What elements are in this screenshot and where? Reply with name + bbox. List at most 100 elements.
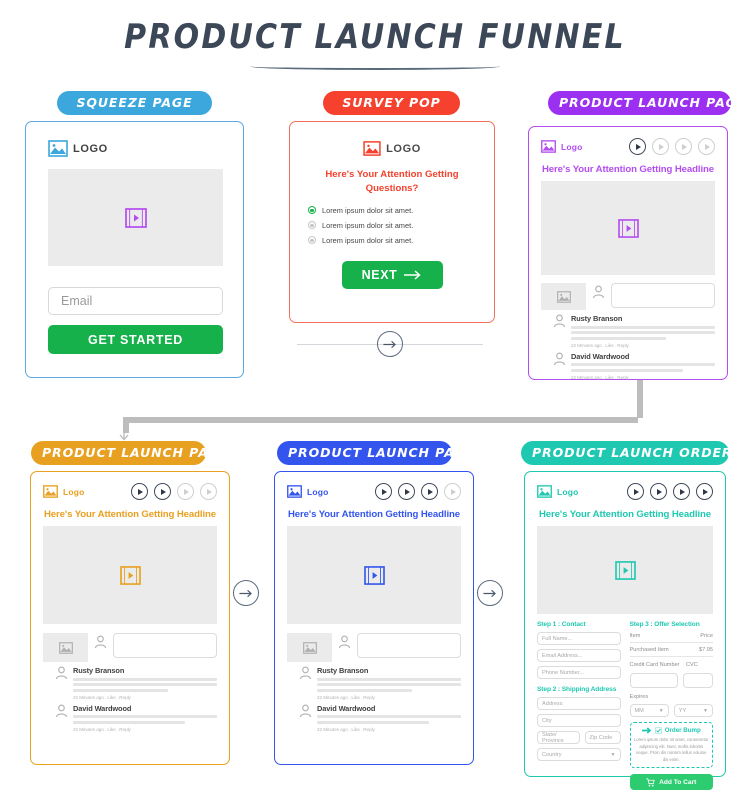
comment-text-bar — [317, 677, 461, 681]
share-thumbnail[interactable] — [43, 633, 88, 662]
pill-product-launch-order-form: PRODUCT LAUNCH ORDER FORM — [521, 441, 750, 465]
comment-author: Rusty Branson — [73, 666, 125, 675]
pill-product-launch-page-orange: PRODUCT LAUNCH PAGE — [31, 441, 228, 465]
comment-text-bar — [571, 368, 684, 372]
order-form-headline: Here's Your Attention Getting Headline — [538, 509, 712, 520]
order-bump-text: Lorem ipsum dolor sit amet, consectetur … — [634, 737, 709, 762]
comment-author: David Wardwood — [317, 703, 376, 713]
comment-text-bar — [317, 683, 461, 686]
card-order-form[interactable]: Logo Here's Your Attention Getting Headl… — [524, 471, 726, 790]
survey-option[interactable]: Lorem ipsum dolor sit amet. — [308, 221, 494, 230]
image-icon — [43, 485, 58, 498]
comment-meta: 22 Minutes ago . Like . Reply — [571, 374, 629, 380]
add-to-cart-button[interactable]: Add To Cart — [629, 774, 713, 790]
user-icon — [299, 666, 312, 680]
play-button-1[interactable] — [131, 483, 148, 500]
launch-orange-play-row — [131, 483, 217, 500]
next-button[interactable]: NEXT — [341, 260, 443, 289]
play-button-4[interactable] — [698, 138, 715, 155]
order-form-right-col: Step 3 : Offer Selection Item Price Purc… — [629, 621, 714, 790]
comment-item: Rusty Branson 22 Minutes ago . Like . Re… — [55, 666, 217, 700]
radio-icon[interactable] — [308, 221, 316, 230]
card-launch-purple[interactable]: Logo Here's Your Attention Getting Headl… — [528, 126, 728, 380]
comment-input[interactable] — [611, 283, 715, 308]
play-button-1[interactable] — [375, 483, 392, 500]
order-form-video[interactable] — [537, 526, 713, 614]
user-icon — [553, 352, 566, 365]
share-thumbnail[interactable] — [287, 633, 332, 662]
launch-blue-video[interactable] — [287, 526, 461, 624]
purchased-item-price: $7.95 — [699, 647, 713, 653]
play-button-1[interactable] — [629, 138, 646, 155]
share-thumbnail[interactable] — [541, 283, 586, 310]
image-icon — [556, 290, 571, 303]
film-play-icon — [124, 207, 147, 228]
city-field[interactable]: City — [537, 714, 621, 727]
survey-option-label: Lorem ipsum dolor sit amet. — [322, 205, 414, 215]
state-province-field[interactable]: State/ Province — [537, 731, 580, 744]
play-button-3[interactable] — [673, 483, 690, 500]
comment-item: Rusty Branson 22 Minutes ago . Like . Re… — [553, 314, 715, 348]
comment-text-bar — [317, 715, 461, 718]
play-button-4[interactable] — [200, 483, 217, 500]
launch-purple-logo: Logo — [541, 140, 583, 153]
comment-text-bar — [571, 331, 715, 334]
survey-option[interactable]: Lorem ipsum dolor sit amet. — [308, 206, 494, 215]
user-icon — [592, 285, 605, 299]
image-icon — [537, 485, 552, 498]
address-field[interactable]: Address — [537, 697, 621, 710]
survey-option[interactable]: Lorem ipsum dolor sit amet. — [308, 236, 494, 245]
radio-icon[interactable] — [308, 236, 316, 245]
expires-year-select[interactable]: YY ▼ — [673, 704, 713, 717]
connector-arrow-row2-b — [477, 580, 503, 606]
email-address-field[interactable]: Email Address... — [537, 649, 621, 662]
launch-orange-video[interactable] — [43, 526, 217, 624]
card-survey-pop[interactable]: LOGO Here's Your Attention Getting Quest… — [289, 121, 495, 323]
comment-input[interactable] — [357, 633, 461, 658]
get-started-button[interactable]: GET STARTED — [48, 325, 223, 354]
zip-code-field[interactable]: Zip Code — [584, 731, 621, 744]
play-button-2[interactable] — [652, 138, 669, 155]
expires-month-value: MM — [634, 707, 644, 714]
play-button-2[interactable] — [398, 483, 415, 500]
image-icon — [302, 641, 317, 654]
title-underline — [250, 63, 500, 70]
arrow-right-icon — [404, 270, 422, 280]
card-squeeze-page[interactable]: LOGO Email GET STARTED — [25, 121, 244, 378]
image-icon — [287, 485, 302, 498]
play-button-2[interactable] — [650, 483, 667, 500]
check-icon[interactable] — [654, 727, 662, 734]
card-launch-blue[interactable]: Logo Here's Your Attention Getting Headl… — [274, 471, 474, 765]
squeeze-video-placeholder[interactable] — [48, 169, 223, 266]
order-bump[interactable]: Order Bump Lorem ipsum dolor sit amet, c… — [629, 722, 713, 768]
radio-icon-selected[interactable] — [308, 206, 316, 215]
card-launch-orange[interactable]: Logo Here's Your Attention Getting Headl… — [30, 471, 230, 765]
play-button-3[interactable] — [177, 483, 194, 500]
launch-purple-headline: Here's Your Attention Getting Headline — [541, 164, 715, 175]
page-title: PRODUCT LAUNCH FUNNEL — [124, 17, 626, 58]
launch-blue-play-row — [375, 483, 461, 500]
play-button-4[interactable] — [444, 483, 461, 500]
phone-number-field[interactable]: Phone Number... — [537, 666, 621, 679]
play-button-4[interactable] — [696, 483, 713, 500]
expires-month-select[interactable]: MM ▼ — [629, 704, 669, 717]
credit-card-number-input[interactable] — [629, 673, 678, 688]
play-button-3[interactable] — [421, 483, 438, 500]
order-form-play-row — [627, 483, 713, 500]
comment-input[interactable] — [113, 633, 217, 658]
launch-blue-headline: Here's Your Attention Getting Headline — [287, 509, 461, 520]
offer-table-row: Purchased Item $7.95 — [630, 647, 714, 653]
image-icon — [541, 140, 556, 153]
play-button-1[interactable] — [627, 483, 644, 500]
launch-purple-comments: Rusty Branson 22 Minutes ago . Like . Re… — [553, 314, 715, 380]
launch-purple-video[interactable] — [541, 181, 715, 275]
order-form-body: Step 1 : Contact Full Name... Email Addr… — [537, 621, 713, 790]
play-button-3[interactable] — [675, 138, 692, 155]
email-input[interactable]: Email — [48, 287, 223, 315]
country-select[interactable]: Country ▼ — [537, 748, 621, 761]
play-button-2[interactable] — [154, 483, 171, 500]
full-name-field[interactable]: Full Name... — [537, 632, 621, 645]
step1-title: Step 1 : Contact — [537, 621, 586, 628]
country-select-value: Country — [542, 751, 562, 758]
cvc-input[interactable] — [682, 673, 713, 688]
